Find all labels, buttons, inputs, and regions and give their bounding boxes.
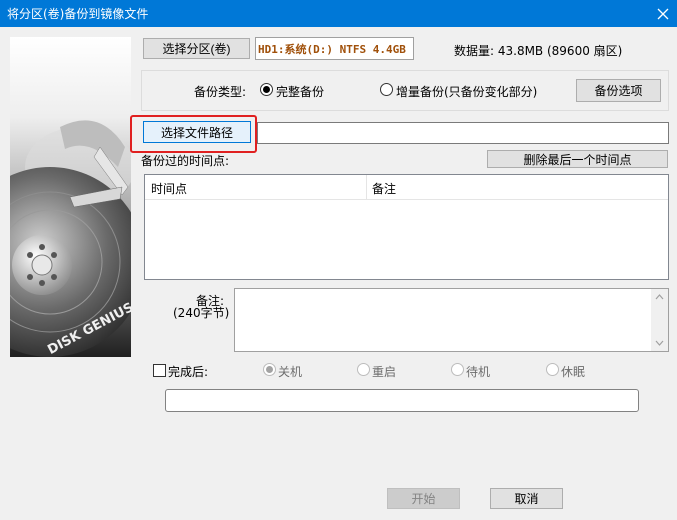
restart-radio[interactable] bbox=[357, 363, 370, 376]
close-icon bbox=[657, 8, 668, 19]
column-header-note[interactable]: 备注 bbox=[372, 180, 396, 197]
incremental-backup-label[interactable]: 增量备份(只备份变化部分) bbox=[396, 83, 537, 100]
scroll-down-icon[interactable] bbox=[651, 335, 668, 351]
backup-type-label: 备份类型: bbox=[194, 85, 247, 99]
data-size-label: 数据量: 43.8MB (89600 扇区) bbox=[454, 44, 623, 58]
column-divider bbox=[366, 175, 367, 199]
after-completion-label[interactable]: 完成后: bbox=[168, 363, 208, 380]
full-backup-label[interactable]: 完整备份 bbox=[276, 83, 324, 100]
delete-last-time-point-button[interactable]: 删除最后一个时间点 bbox=[487, 150, 668, 168]
standby-radio[interactable] bbox=[451, 363, 464, 376]
backup-options-button[interactable]: 备份选项 bbox=[576, 79, 661, 102]
time-points-list[interactable]: 时间点 备注 bbox=[144, 174, 669, 280]
note-limit-label: (240字节) bbox=[173, 306, 230, 320]
select-file-path-button[interactable]: 选择文件路径 bbox=[143, 121, 251, 143]
selected-partition-text: HD1:系统(D:) NTFS 4.4GB bbox=[258, 42, 406, 56]
shutdown-radio[interactable] bbox=[263, 363, 276, 376]
hibernate-radio[interactable] bbox=[546, 363, 559, 376]
time-points-label: 备份过的时间点: bbox=[141, 154, 230, 168]
select-partition-button[interactable]: 选择分区(卷) bbox=[143, 38, 250, 59]
selected-partition-display: HD1:系统(D:) NTFS 4.4GB bbox=[255, 37, 414, 60]
restart-label[interactable]: 重启 bbox=[372, 363, 396, 380]
disk-genius-logo-image: DISK GENIUS bbox=[0, 37, 145, 358]
list-header: 时间点 备注 bbox=[145, 175, 668, 200]
full-backup-radio[interactable] bbox=[260, 83, 273, 96]
progress-bar bbox=[165, 389, 639, 412]
standby-label[interactable]: 待机 bbox=[466, 363, 490, 380]
close-button[interactable] bbox=[648, 0, 677, 27]
start-button[interactable]: 开始 bbox=[387, 488, 460, 509]
note-textarea[interactable] bbox=[234, 288, 669, 352]
shutdown-label[interactable]: 关机 bbox=[278, 363, 302, 380]
incremental-backup-radio[interactable] bbox=[380, 83, 393, 96]
after-completion-checkbox[interactable] bbox=[153, 364, 166, 377]
hibernate-label[interactable]: 休眠 bbox=[561, 363, 585, 380]
scroll-up-icon[interactable] bbox=[651, 289, 668, 305]
note-scrollbar[interactable] bbox=[651, 289, 668, 351]
window-title: 将分区(卷)备份到镜像文件 bbox=[7, 7, 149, 21]
cancel-button[interactable]: 取消 bbox=[490, 488, 563, 509]
file-path-input[interactable] bbox=[257, 122, 669, 144]
column-header-time-point[interactable]: 时间点 bbox=[151, 180, 187, 197]
